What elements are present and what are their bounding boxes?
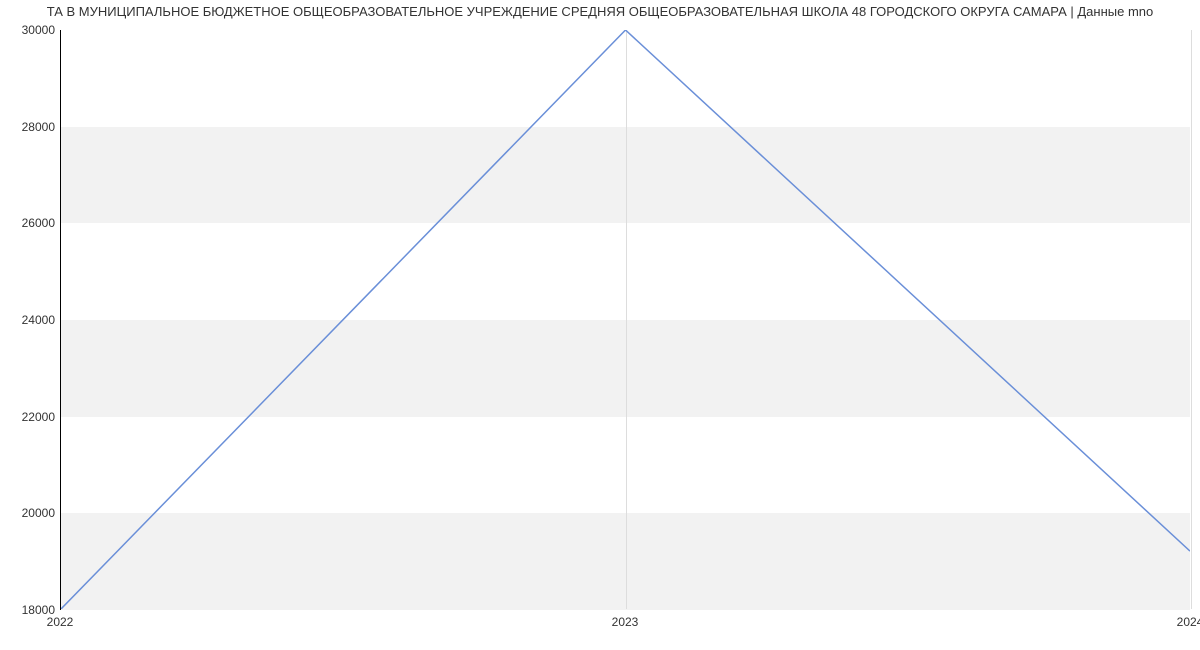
x-gridline	[1191, 30, 1192, 609]
x-tick-label: 2024	[1177, 615, 1200, 629]
x-tick-label: 2023	[612, 615, 639, 629]
y-tick-label: 26000	[10, 216, 55, 230]
y-tick-label: 28000	[10, 120, 55, 134]
x-tick-label: 2022	[47, 615, 74, 629]
line-series	[61, 30, 1190, 609]
y-tick-label: 22000	[10, 410, 55, 424]
y-tick-label: 30000	[10, 23, 55, 37]
plot-area	[60, 30, 1190, 610]
y-tick-label: 20000	[10, 506, 55, 520]
chart-title: ТА В МУНИЦИПАЛЬНОЕ БЮДЖЕТНОЕ ОБЩЕОБРАЗОВ…	[0, 4, 1200, 19]
y-tick-label: 24000	[10, 313, 55, 327]
